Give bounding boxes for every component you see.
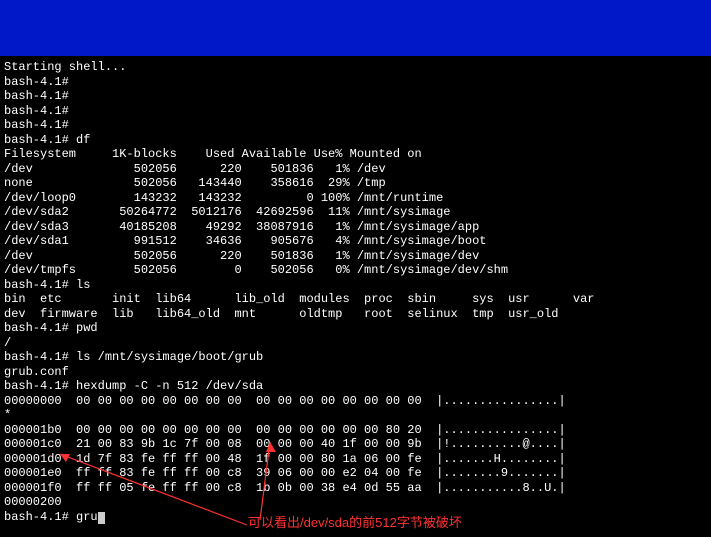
terminal-line: bash-4.1# xyxy=(4,89,707,104)
terminal-line: * xyxy=(4,408,707,423)
terminal-line: none 502056 143440 358616 29% /tmp xyxy=(4,176,707,191)
terminal-line: Filesystem 1K-blocks Used Available Use%… xyxy=(4,147,707,162)
terminal-line: 000001e0 ff ff 83 fe ff ff 00 c8 39 06 0… xyxy=(4,466,707,481)
terminal-output[interactable]: Starting shell...bash-4.1#bash-4.1#bash-… xyxy=(4,60,707,524)
terminal-line: bash-4.1# ls /mnt/sysimage/boot/grub xyxy=(4,350,707,365)
terminal-line: / xyxy=(4,336,707,351)
terminal-line: 000001f0 ff ff 05 fe ff ff 00 c8 1b 0b 0… xyxy=(4,481,707,496)
terminal-screen: Starting shell...bash-4.1#bash-4.1#bash-… xyxy=(0,0,711,537)
cursor xyxy=(98,512,105,524)
terminal-line: /dev/loop0 143232 143232 0 100% /mnt/run… xyxy=(4,191,707,206)
title-bar xyxy=(0,0,711,56)
terminal-line: 00000000 00 00 00 00 00 00 00 00 00 00 0… xyxy=(4,394,707,409)
terminal-line: bash-4.1# xyxy=(4,75,707,90)
terminal-line: /dev 502056 220 501836 1% /mnt/sysimage/… xyxy=(4,249,707,264)
terminal-line: bash-4.1# ls xyxy=(4,278,707,293)
terminal-line: 000001c0 21 00 83 9b 1c 7f 00 08 00 00 0… xyxy=(4,437,707,452)
terminal-line: bash-4.1# xyxy=(4,118,707,133)
terminal-line: /dev 502056 220 501836 1% /dev xyxy=(4,162,707,177)
terminal-line: 000001d0 1d 7f 83 fe ff ff 00 48 1f 00 0… xyxy=(4,452,707,467)
terminal-line: dev firmware lib lib64_old mnt oldtmp ro… xyxy=(4,307,707,322)
terminal-line: /dev/tmpfs 502056 0 502056 0% /mnt/sysim… xyxy=(4,263,707,278)
terminal-line: bash-4.1# hexdump -C -n 512 /dev/sda xyxy=(4,379,707,394)
terminal-line: 00000200 xyxy=(4,495,707,510)
terminal-line: 000001b0 00 00 00 00 00 00 00 00 00 00 0… xyxy=(4,423,707,438)
terminal-line: bash-4.1# df xyxy=(4,133,707,148)
terminal-line: /dev/sda2 50264772 5012176 42692596 11% … xyxy=(4,205,707,220)
annotation-text: 可以看出/dev/sda的前512字节被破坏 xyxy=(248,516,462,531)
terminal-line: bin etc init lib64 lib_old modules proc … xyxy=(4,292,707,307)
terminal-line: bash-4.1# pwd xyxy=(4,321,707,336)
terminal-line: /dev/sda3 40185208 49292 38087916 1% /mn… xyxy=(4,220,707,235)
terminal-line: grub.conf xyxy=(4,365,707,380)
terminal-line: Starting shell... xyxy=(4,60,707,75)
terminal-line: /dev/sda1 991512 34636 905676 4% /mnt/sy… xyxy=(4,234,707,249)
terminal-line: bash-4.1# xyxy=(4,104,707,119)
